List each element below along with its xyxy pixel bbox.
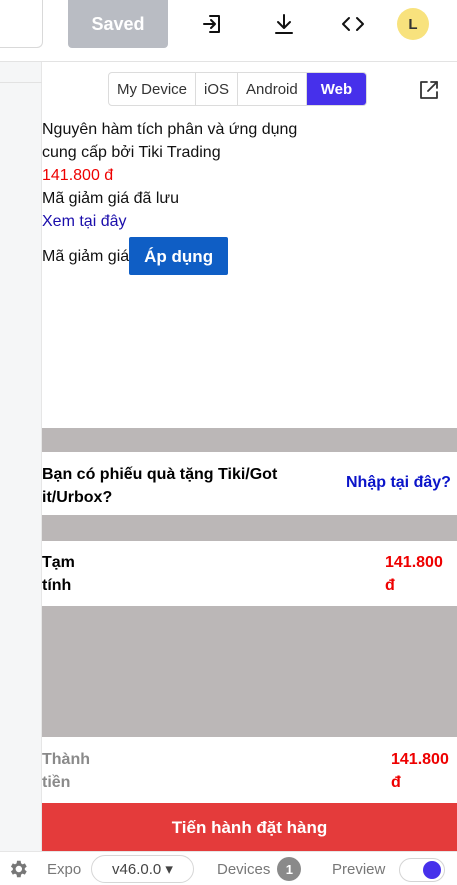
sidebar-divider [0,82,42,83]
seller-text: cung cấp bởi Tiki Trading [42,144,221,161]
total-row: Thành tiền 141.800 đ [42,737,457,803]
preview-label: Preview [332,860,386,878]
toggle-knob [423,861,441,879]
enter-gift-link[interactable]: Nhập tại đây? [346,474,451,492]
gift-card-row: Bạn có phiếu quà tặng Tiki/Got it/Urbox?… [42,452,457,515]
saved-coupon-text: Mã giảm giá đã lưu [42,190,179,207]
section-divider [42,428,457,452]
total-value: 141.800 đ [391,751,449,791]
view-coupons-link[interactable]: Xem tại đây [42,210,457,233]
total-label: Thành tiền [42,751,90,791]
download-icon[interactable] [270,10,298,38]
coupon-label: Mã giảm giá [42,247,130,265]
section-divider [42,515,457,541]
coupon-row: Mã giảm giá Áp dụng [42,237,457,275]
subtotal-label: Tạm tính [42,554,75,594]
tab-my-device[interactable]: My Device [109,73,197,105]
top-toolbar: Saved L [0,0,457,62]
devices-label: Devices [217,860,271,878]
code-icon[interactable] [339,10,367,38]
sidebar-panel [0,62,42,851]
bottom-status-bar: Expo v46.0.0 ▾ Devices 1 Preview [0,851,457,885]
project-name-input[interactable] [0,0,43,48]
device-tab-group: My Device iOS Android Web [108,72,368,106]
devices-item[interactable]: Devices 1 [217,852,302,885]
expo-label: Expo [47,860,82,878]
saved-button[interactable]: Saved [68,0,168,48]
section-divider [42,606,457,737]
devices-count-badge: 1 [277,857,302,881]
product-title: Nguyên hàm tích phân và ứng dụng [42,121,298,138]
preview-toggle[interactable] [399,858,445,882]
checkout-button[interactable]: Tiến hành đặt hàng [42,803,457,852]
apply-coupon-button[interactable]: Áp dụng [129,237,229,275]
subtotal-row: Tạm tính 141.800 đ [42,541,457,606]
tab-ios[interactable]: iOS [196,73,239,105]
gift-question: Bạn có phiếu quà tặng Tiki/Got it/Urbox? [42,466,278,506]
product-price: 141.800 đ [42,167,114,184]
gear-icon[interactable] [7,852,29,885]
open-external-icon[interactable] [418,79,440,101]
tab-android[interactable]: Android [238,73,307,105]
tab-web[interactable]: Web [306,73,367,105]
subtotal-value: 141.800 đ [385,554,443,594]
sdk-version-select[interactable]: v46.0.0 ▾ [91,855,194,883]
user-avatar[interactable]: L [397,8,429,40]
sign-in-icon[interactable] [199,10,227,38]
preview-content: Nguyên hàm tích phân và ứng dụng cung cấ… [42,118,457,275]
